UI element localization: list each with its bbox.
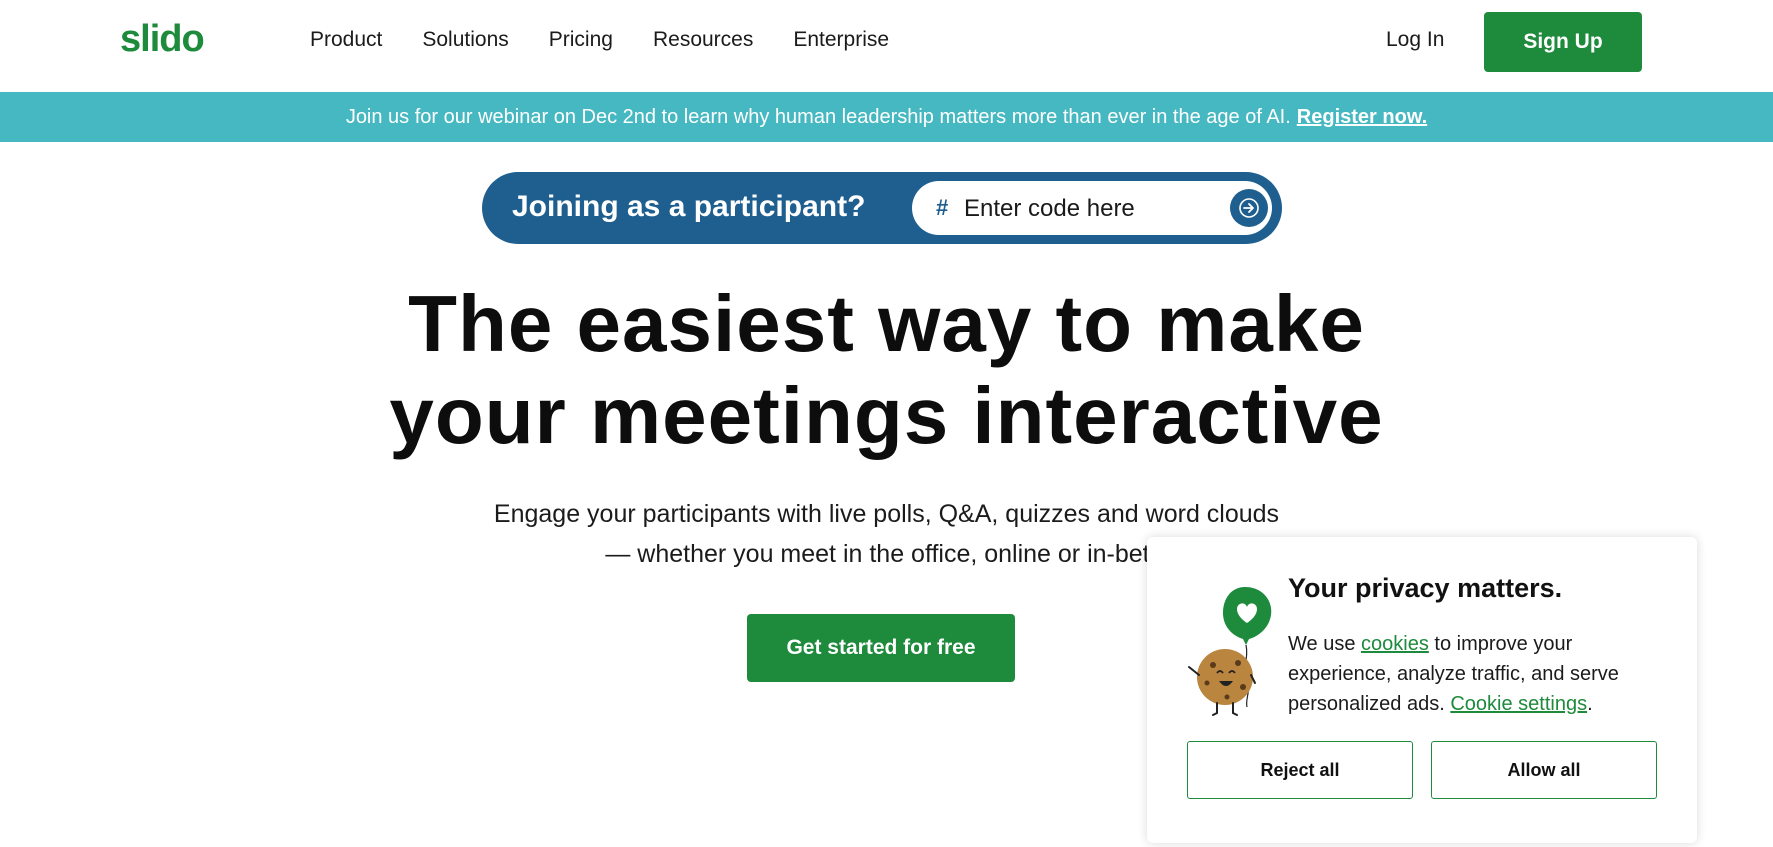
reject-all-button[interactable]: Reject all: [1187, 741, 1413, 799]
cookie-settings-link[interactable]: Cookie settings: [1450, 693, 1587, 715]
menu-item-resources[interactable]: Resources: [653, 28, 753, 52]
join-submit-button[interactable]: [1230, 189, 1268, 227]
menu-item-solutions[interactable]: Solutions: [422, 28, 508, 52]
slido-logo[interactable]: slido: [120, 18, 205, 61]
cookies-link[interactable]: cookies: [1361, 633, 1429, 655]
login-link[interactable]: Log In: [1386, 28, 1444, 52]
hero-line-2: your meetings interactive: [389, 371, 1384, 460]
privacy-text: We use cookies to improve your experienc…: [1288, 629, 1668, 719]
join-label: Joining as a participant?: [512, 190, 866, 223]
hero-line-1: The easiest way to make: [408, 279, 1365, 368]
webinar-banner: Join us for our webinar on Dec 2nd to le…: [0, 92, 1773, 142]
cookie-consent-dialog: Your privacy matters. We use cookies to …: [1147, 537, 1697, 843]
menu-item-product[interactable]: Product: [310, 28, 382, 52]
privacy-text-part: We use: [1288, 633, 1356, 655]
hash-icon: #: [936, 195, 949, 220]
signup-button[interactable]: Sign Up: [1484, 12, 1642, 72]
menu-item-pricing[interactable]: Pricing: [549, 28, 613, 52]
get-started-button[interactable]: Get started for free: [747, 614, 1015, 682]
join-participant-bar: Joining as a participant? #: [482, 172, 1282, 244]
privacy-text-period: .: [1587, 693, 1593, 715]
arrow-right-icon: [1239, 198, 1259, 218]
privacy-title: Your privacy matters.: [1288, 573, 1563, 603]
hero-heading: The easiest way to make your meetings in…: [0, 278, 1773, 462]
main-menu: Product Solutions Pricing Resources Ente…: [310, 28, 889, 52]
register-now-link[interactable]: Register now.: [1297, 106, 1427, 129]
event-code-input[interactable]: [962, 193, 1206, 225]
event-code-box: #: [912, 181, 1272, 235]
cookie-balloon-illustration: [1188, 587, 1272, 716]
top-nav: slido Product Solutions Pricing Resource…: [0, 0, 1773, 92]
allow-all-button[interactable]: Allow all: [1431, 741, 1657, 799]
hero-subtitle-line-1: Engage your participants with live polls…: [493, 500, 1280, 528]
banner-text: Join us for our webinar on Dec 2nd to le…: [345, 105, 1291, 128]
menu-item-enterprise[interactable]: Enterprise: [793, 28, 889, 52]
